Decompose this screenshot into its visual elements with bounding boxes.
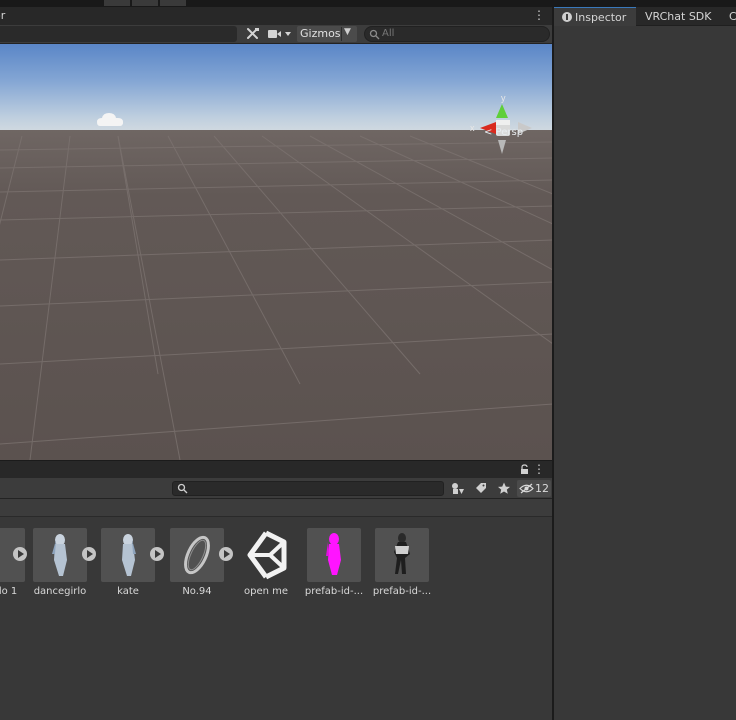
avatar-missing-material-icon bbox=[307, 528, 361, 582]
gizmos-dropdown[interactable]: Gizmos ▼ bbox=[297, 26, 357, 42]
axis-label-y: y bbox=[501, 93, 506, 103]
scene-view-panel: or ⋮ Gizmos ▼ A bbox=[0, 7, 553, 460]
eye-slash-icon bbox=[519, 483, 534, 494]
asset-name: prefab-id-... bbox=[372, 586, 432, 597]
filter-by-type-icon[interactable] bbox=[449, 481, 467, 496]
hidden-count-value: 12 bbox=[535, 482, 549, 495]
inspector-tab-bar: Inspector VRChat SDK C bbox=[554, 7, 736, 26]
search-placeholder: All bbox=[382, 28, 395, 39]
asset-name: dancegirlo bbox=[33, 586, 87, 597]
scene-toolbar: Gizmos ▼ All bbox=[0, 25, 553, 44]
inspector-panel: Inspector VRChat SDK C bbox=[554, 7, 736, 720]
asset-name: open me bbox=[243, 586, 289, 597]
project-search-input[interactable] bbox=[172, 481, 444, 496]
project-tab-bar: ⋮ bbox=[0, 460, 553, 478]
ring-model-icon bbox=[170, 528, 224, 582]
filter-by-label-icon[interactable] bbox=[472, 481, 490, 496]
chevron-down-icon[interactable]: ▼ bbox=[344, 27, 351, 37]
projection-toggle[interactable]: < Persp bbox=[484, 127, 523, 138]
star-icon[interactable] bbox=[495, 481, 513, 496]
project-panel: ⋮ 12 lo 1 dancegirlo kate No.94 open me … bbox=[0, 460, 553, 720]
hidden-packages-toggle[interactable]: 12 bbox=[517, 480, 551, 497]
asset-name: kate bbox=[117, 586, 139, 597]
panel-menu-icon[interactable]: ⋮ bbox=[533, 463, 545, 475]
tab-vrchat-sdk[interactable]: VRChat SDK bbox=[636, 7, 723, 26]
cloud-icon[interactable] bbox=[96, 111, 126, 131]
scene-camera-dropdown[interactable] bbox=[266, 26, 294, 42]
breadcrumb bbox=[0, 499, 553, 517]
avatar-prefab-icon bbox=[33, 528, 87, 582]
panel-menu-icon[interactable]: ⋮ bbox=[533, 9, 545, 21]
project-toolbar: 12 bbox=[0, 478, 553, 499]
axis-label-x: x bbox=[470, 123, 475, 133]
scene-viewport[interactable]: y x < Persp bbox=[0, 44, 553, 460]
gizmos-divider bbox=[341, 27, 342, 41]
expand-prefab-button[interactable] bbox=[13, 547, 27, 561]
expand-prefab-button[interactable] bbox=[150, 547, 164, 561]
gizmos-label: Gizmos bbox=[300, 27, 341, 40]
unity-logo-icon bbox=[239, 528, 293, 582]
lock-icon[interactable] bbox=[520, 464, 529, 475]
tab-console[interactable]: C bbox=[723, 7, 736, 26]
top-window-strip bbox=[0, 0, 736, 7]
tab-label: C bbox=[729, 10, 736, 23]
toolbar-button[interactable] bbox=[160, 0, 186, 6]
search-icon bbox=[369, 29, 380, 40]
tab-label: Inspector bbox=[575, 11, 627, 24]
asset-name: No.94 bbox=[182, 586, 212, 597]
orientation-gizmo-icon[interactable]: y x bbox=[466, 90, 538, 162]
asset-name: prefab-id-... bbox=[304, 586, 364, 597]
expand-prefab-button[interactable] bbox=[82, 547, 96, 561]
scene-search-input[interactable]: All bbox=[364, 26, 550, 42]
scene-tab-title[interactable]: or bbox=[0, 9, 5, 22]
avatar-prefab-icon bbox=[375, 528, 429, 582]
scene-toolbar-field[interactable] bbox=[0, 26, 237, 42]
tab-inspector[interactable]: Inspector bbox=[554, 7, 636, 26]
tab-label: VRChat SDK bbox=[645, 10, 712, 23]
toolbar-button[interactable] bbox=[132, 0, 158, 6]
tools-icon[interactable] bbox=[244, 26, 262, 42]
expand-prefab-button[interactable] bbox=[219, 547, 233, 561]
scene-tab-bar: or ⋮ bbox=[0, 7, 553, 25]
info-icon bbox=[562, 12, 572, 22]
search-icon bbox=[177, 483, 188, 494]
toolbar-button[interactable] bbox=[104, 0, 130, 6]
avatar-prefab-icon bbox=[101, 528, 155, 582]
